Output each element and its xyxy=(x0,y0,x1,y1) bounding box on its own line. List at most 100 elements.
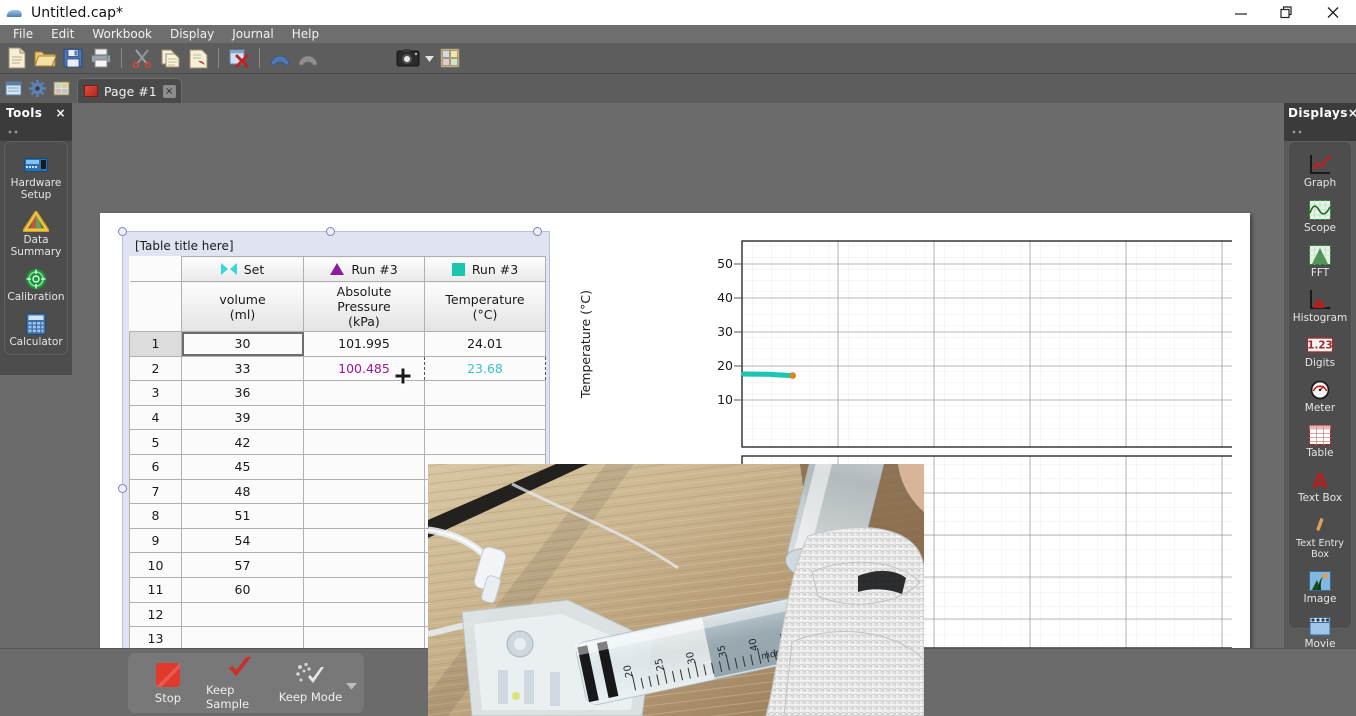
tool-calibration[interactable]: Calibration xyxy=(5,264,67,309)
display-meter[interactable]: Meter xyxy=(1289,375,1351,420)
resize-handle-w[interactable] xyxy=(118,484,127,493)
display-graph[interactable]: Graph xyxy=(1289,150,1351,195)
table-row[interactable]: 5 42 xyxy=(129,429,546,455)
displays-panel-close-icon[interactable]: × xyxy=(1348,106,1356,120)
menu-workbook[interactable]: Workbook xyxy=(83,26,161,42)
table-cell-pressure[interactable]: 101.995 xyxy=(303,331,425,357)
table-column-pressure[interactable]: Absolute Pressure (kPa) xyxy=(303,281,425,332)
display-digits[interactable]: 1.23 Digits xyxy=(1289,330,1351,375)
table-column-temperature[interactable]: Temperature (°C) xyxy=(424,281,546,332)
keep-mode-chevron-down-icon[interactable] xyxy=(346,682,358,690)
table-cell-pressure[interactable] xyxy=(303,478,425,505)
keep-mode-button[interactable]: Keep Mode xyxy=(278,655,358,711)
menu-help[interactable]: Help xyxy=(283,26,328,42)
menu-journal[interactable]: Journal xyxy=(223,26,283,42)
table-row[interactable]: 1 30 101.995 24.01 xyxy=(129,331,546,357)
save-floppy-icon[interactable] xyxy=(60,45,86,71)
tools-panel-close-icon[interactable]: × xyxy=(56,106,66,120)
table-row[interactable]: 4 39 xyxy=(129,404,546,431)
new-icon[interactable] xyxy=(4,45,30,71)
table-cell-volume[interactable] xyxy=(181,601,304,628)
display-text-entry-box[interactable]: Text Entry Box xyxy=(1289,510,1351,566)
table-cell-volume[interactable]: 51 xyxy=(181,503,304,529)
table-cell-volume[interactable]: 60 xyxy=(181,576,304,603)
display-histogram[interactable]: Histogram xyxy=(1289,285,1351,330)
undo-icon[interactable] xyxy=(267,45,293,71)
table-row-number[interactable]: 9 xyxy=(129,527,182,554)
print-icon[interactable] xyxy=(88,45,114,71)
table-row-number[interactable]: 6 xyxy=(129,453,182,480)
table-header-set[interactable]: Set xyxy=(181,256,304,282)
tools-panel-grip[interactable] xyxy=(0,123,72,141)
table-cell-volume[interactable]: 39 xyxy=(181,404,304,431)
table-cell-volume[interactable]: 30 xyxy=(181,331,304,357)
display-table[interactable]: Table xyxy=(1289,420,1351,465)
table-cell-volume[interactable]: 42 xyxy=(181,429,304,455)
table-row-number[interactable]: 12 xyxy=(129,601,182,628)
table-row-number[interactable]: 3 xyxy=(129,380,182,406)
table-cell-temperature[interactable]: 23.68 xyxy=(424,355,546,382)
open-folder-icon[interactable] xyxy=(32,45,58,71)
resize-handle-ne[interactable] xyxy=(533,227,542,236)
table-cell-volume[interactable]: 57 xyxy=(181,552,304,578)
movie-display-object[interactable]: 20 25 30 35 40 45 50 monoject xyxy=(428,464,924,716)
menu-edit[interactable]: Edit xyxy=(42,26,83,42)
keep-sample-button[interactable]: Keep Sample xyxy=(206,655,274,711)
delete-page-icon[interactable] xyxy=(226,45,252,71)
table-row[interactable]: 3 36 xyxy=(129,380,546,406)
table-cell-volume[interactable]: 54 xyxy=(181,527,304,554)
table-row-number[interactable]: 4 xyxy=(129,404,182,431)
restore-button[interactable] xyxy=(1264,0,1310,25)
display-scope[interactable]: Scope xyxy=(1289,195,1351,240)
display-image[interactable]: Image xyxy=(1289,566,1351,611)
table-cell-temperature[interactable] xyxy=(424,404,546,431)
table-cell-pressure[interactable] xyxy=(303,552,425,578)
menu-display[interactable]: Display xyxy=(161,26,223,42)
snapshot-camera-icon[interactable] xyxy=(395,45,421,71)
table-cell-pressure[interactable] xyxy=(303,576,425,603)
table-row-number[interactable]: 1 xyxy=(129,331,182,357)
table-cell-volume[interactable]: 33 xyxy=(181,355,304,382)
table-cell-temperature[interactable] xyxy=(424,429,546,455)
cut-scissors-icon[interactable] xyxy=(129,45,155,71)
resize-handle-nw[interactable] xyxy=(118,227,127,236)
tool-hardware-setup[interactable]: Hardware Setup xyxy=(5,150,67,207)
table-cell-temperature[interactable] xyxy=(424,380,546,406)
tool-data-summary[interactable]: Data Summary xyxy=(5,207,67,264)
minimize-button[interactable] xyxy=(1218,0,1264,25)
displays-panel-grip[interactable] xyxy=(1284,123,1356,141)
table-column-volume[interactable]: volume (ml) xyxy=(181,281,304,332)
table-cell-pressure[interactable] xyxy=(303,601,425,628)
table-cell-pressure[interactable] xyxy=(303,527,425,554)
table-cell-pressure[interactable] xyxy=(303,429,425,455)
page-layout-icon[interactable] xyxy=(437,45,463,71)
table-cell-volume[interactable]: 45 xyxy=(181,453,304,480)
table-row-number[interactable]: 2 xyxy=(129,355,182,382)
workbook-icon[interactable] xyxy=(3,78,24,99)
tool-calculator[interactable]: Calculator xyxy=(5,309,67,354)
table-cell-volume[interactable]: 36 xyxy=(181,380,304,406)
table-row-number[interactable]: 5 xyxy=(129,429,182,455)
table-cell-temperature[interactable]: 24.01 xyxy=(424,331,546,357)
copy-icon[interactable] xyxy=(157,45,183,71)
temperature-chart[interactable]: 50 40 30 20 10 Temperature (°C) xyxy=(578,240,1319,448)
table-cell-pressure[interactable] xyxy=(303,503,425,529)
paste-icon[interactable] xyxy=(185,45,211,71)
redo-icon[interactable] xyxy=(295,45,321,71)
table-row-number[interactable]: 8 xyxy=(129,503,182,529)
display-fft[interactable]: FFT xyxy=(1289,240,1351,285)
table-cell-volume[interactable]: 48 xyxy=(181,478,304,505)
display-text-box[interactable]: A Text Box xyxy=(1289,465,1351,510)
table-header-run3-temperature[interactable]: Run #3 xyxy=(424,256,546,282)
table-row-number[interactable]: 7 xyxy=(129,478,182,505)
table-title[interactable]: [Table title here] xyxy=(129,238,543,256)
page-tab-close-icon[interactable]: × xyxy=(162,84,176,98)
table-header-run3-pressure[interactable]: Run #3 xyxy=(303,256,425,282)
table-cell-pressure[interactable] xyxy=(303,453,425,480)
close-button[interactable] xyxy=(1310,0,1356,25)
menu-file[interactable]: File xyxy=(4,26,42,42)
stop-button[interactable]: Stop xyxy=(134,655,202,711)
table-row-number[interactable]: 10 xyxy=(129,552,182,578)
table-cell-pressure[interactable] xyxy=(303,404,425,431)
table-row-number[interactable]: 11 xyxy=(129,576,182,603)
